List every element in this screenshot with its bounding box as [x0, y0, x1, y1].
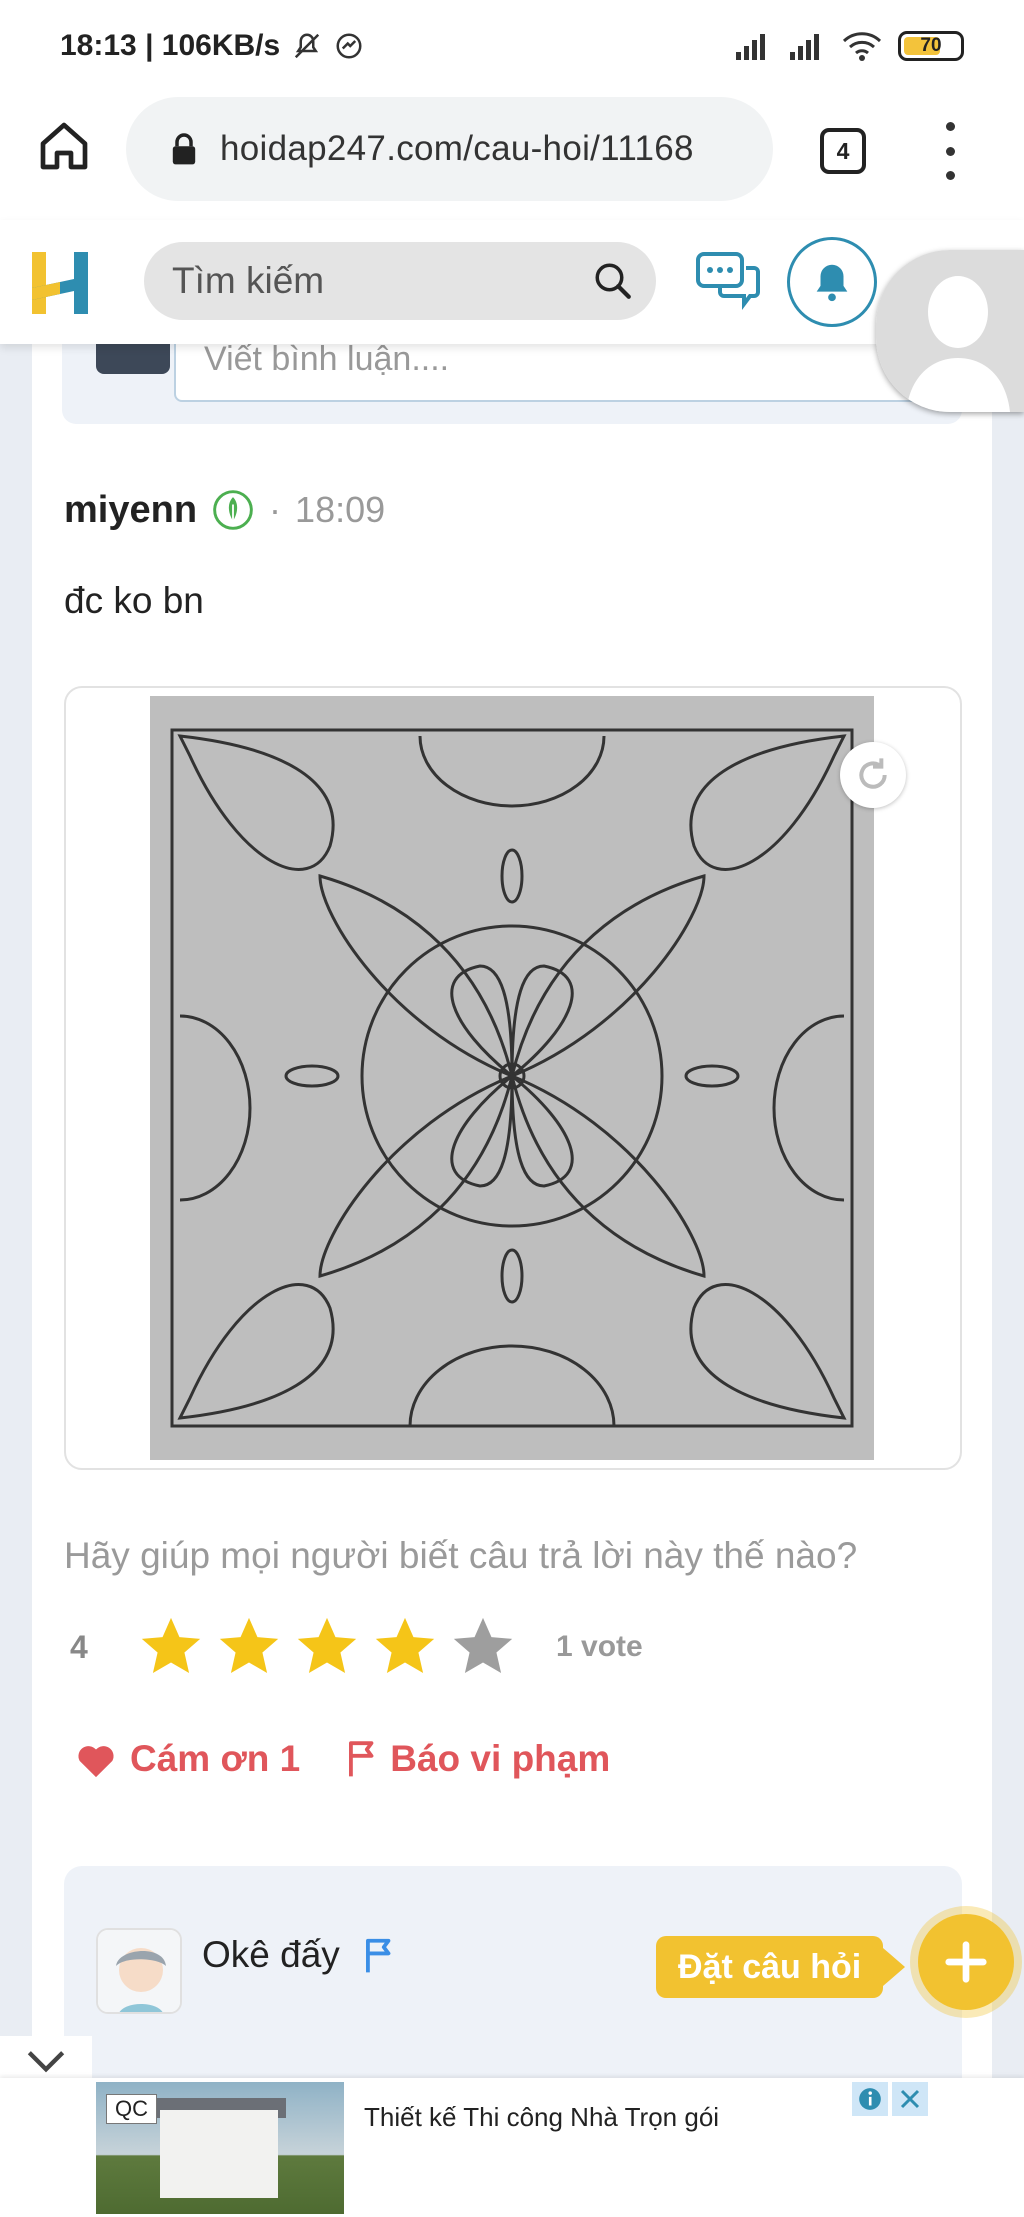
star-filled-icon[interactable]: [292, 1612, 362, 1682]
browser-toolbar: hoidap247.com/cau-hoi/11168 4: [0, 92, 1024, 220]
tab-switcher-button[interactable]: 4: [820, 128, 866, 174]
rating-average: 4: [70, 1628, 88, 1665]
answer-author-name[interactable]: miyenn: [64, 489, 197, 532]
rotate-image-button[interactable]: [840, 742, 906, 808]
star-filled-icon[interactable]: [370, 1612, 440, 1682]
plus-icon: [945, 1941, 987, 1983]
lock-icon: [172, 133, 196, 165]
next-answer-author-row: Okê đấy: [202, 1934, 396, 1976]
site-header: Tìm kiếm: [0, 220, 1024, 344]
thanks-button[interactable]: Cám ơn 1: [74, 1738, 300, 1780]
info-icon: [859, 2088, 881, 2110]
home-icon[interactable]: [36, 118, 92, 174]
ad-image[interactable]: QC: [96, 2082, 344, 2214]
mute-icon: [295, 33, 320, 59]
separator-dot: ·: [269, 489, 282, 530]
flag-icon: [349, 1741, 374, 1777]
url-text: hoidap247.com/cau-hoi/11168: [220, 129, 694, 168]
rating-prompt: Hãy giúp mọi người biết câu trả lời này …: [64, 1535, 858, 1576]
star-filled-icon[interactable]: [136, 1612, 206, 1682]
search-placeholder: Tìm kiếm: [172, 260, 325, 301]
search-icon[interactable]: [592, 260, 634, 302]
ask-question-label[interactable]: Đặt câu hỏi: [656, 1936, 906, 1998]
status-time: 18:13 | 106KB/s: [60, 29, 281, 62]
wifi-icon: [842, 32, 882, 61]
report-label: Báo vi phạm: [390, 1738, 611, 1779]
answer-body: đc ko bn: [64, 580, 204, 621]
notification-button[interactable]: [787, 237, 877, 327]
leaf-badge-icon: [213, 490, 253, 530]
signal-icon: [790, 34, 819, 60]
ad-info-button[interactable]: [852, 2082, 888, 2116]
browser-menu-icon[interactable]: [936, 122, 964, 180]
search-input[interactable]: Tìm kiếm: [144, 242, 656, 320]
signal-icon: [736, 34, 765, 60]
ad-close-button[interactable]: [892, 2082, 928, 2116]
messenger-icon: [336, 33, 362, 59]
rating-row: 4 1 vote: [70, 1612, 643, 1682]
battery-icon: 70: [898, 31, 964, 61]
blue-flag-icon: [365, 1938, 391, 1973]
star-empty-icon[interactable]: [448, 1612, 518, 1682]
vote-count: 1 vote: [556, 1630, 643, 1663]
chat-icon[interactable]: [694, 250, 762, 312]
rotate-icon: [859, 758, 887, 789]
report-button[interactable]: Báo vi phạm: [346, 1738, 610, 1780]
next-answer-author[interactable]: Okê đấy: [202, 1934, 340, 1976]
ad-banner[interactable]: QC Thiết kế Thi công Nhà Trọn gói: [0, 2078, 1024, 2217]
user-avatar[interactable]: [876, 250, 1024, 412]
next-answer-avatar[interactable]: [96, 1928, 182, 2014]
answer-author-row: miyenn · 18:09: [64, 488, 385, 532]
battery-level: 70: [920, 35, 942, 56]
chevron-down-icon: [27, 2051, 65, 2073]
star-rating[interactable]: [136, 1612, 526, 1682]
heart-icon: [78, 1746, 114, 1778]
answer-image[interactable]: [150, 696, 874, 1460]
close-icon: [900, 2089, 920, 2109]
url-bar[interactable]: hoidap247.com/cau-hoi/11168: [126, 97, 773, 201]
thanks-label: Cám ơn 1: [130, 1738, 301, 1779]
bell-icon: [816, 264, 848, 302]
avatar-silhouette-icon: [876, 250, 1024, 412]
answer-time: 18:09: [295, 489, 386, 530]
star-filled-icon[interactable]: [214, 1612, 284, 1682]
status-bar: 18:13 | 106KB/s 70: [0, 0, 1024, 92]
answer-actions: Cám ơn 1 Báo vi phạm: [74, 1738, 610, 1780]
ad-tag: QC: [106, 2094, 157, 2124]
anime-avatar-icon: [98, 1930, 180, 2012]
hoidap-logo[interactable]: [30, 250, 92, 316]
ask-question-button[interactable]: [918, 1914, 1014, 2010]
ad-text[interactable]: Thiết kế Thi công Nhà Trọn gói: [364, 2102, 719, 2133]
